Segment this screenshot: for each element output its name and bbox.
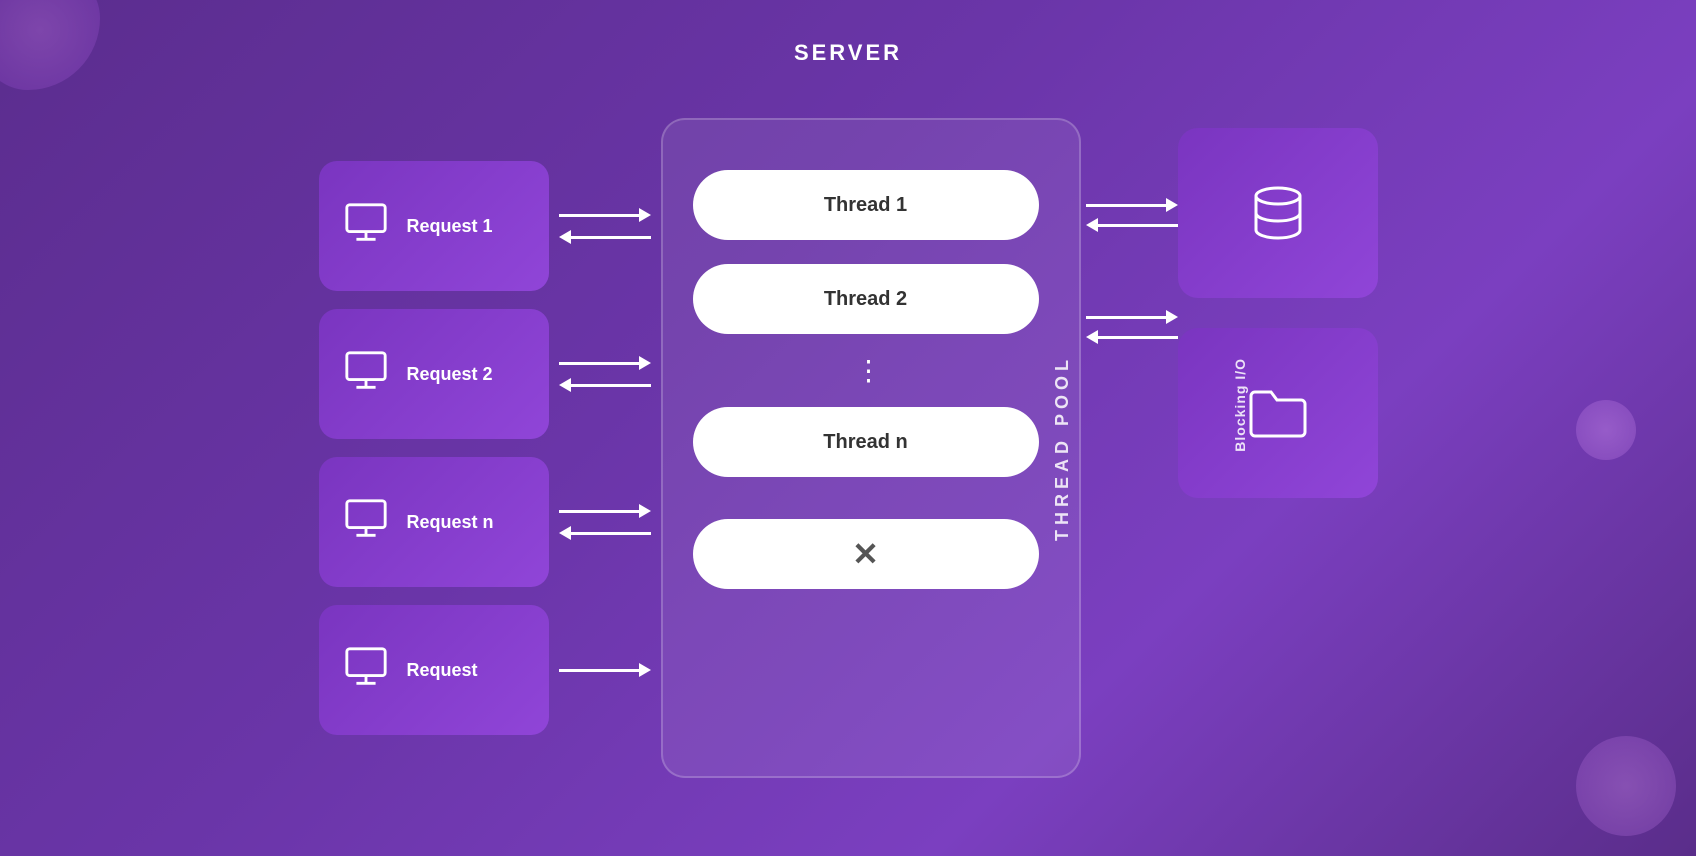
thread-pill-n: Thread n	[693, 407, 1039, 477]
arrow-line-l2	[571, 384, 651, 387]
arrow-line-r1	[559, 214, 639, 217]
left-arrows-column	[559, 161, 651, 735]
arrow-head-r2	[639, 356, 651, 370]
arrow-head-r4	[639, 663, 651, 677]
server-label: SERVER	[794, 40, 902, 66]
res-arrow-head-l1	[1086, 218, 1098, 232]
request-box-3: Request n	[319, 457, 549, 587]
request-box-2: Request 2	[319, 309, 549, 439]
monitor-icon-3	[343, 495, 389, 550]
rejected-pill: ✕	[693, 519, 1039, 589]
dots-separator: ⋮	[683, 354, 1059, 387]
monitor-icon-2	[343, 347, 389, 402]
thread-pool-label: THREAD POOL	[1052, 355, 1073, 541]
main-layout: Request 1 Request 2	[319, 118, 1378, 778]
request-label-4: Request	[407, 660, 478, 681]
res-arrow-line-l1	[1098, 224, 1178, 227]
arrow-left-3	[559, 526, 651, 540]
res-arrow-right-2	[1086, 310, 1178, 324]
thread-pill-1: Thread 1	[693, 170, 1039, 240]
resources-column	[1178, 128, 1378, 498]
res-arrow-left-1	[1086, 218, 1178, 232]
arrow-head-r1	[639, 208, 651, 222]
arrow-pair-3	[559, 457, 651, 587]
requests-column: Request 1 Request 2	[319, 161, 549, 735]
right-arrows-column: Blocking I/O	[1081, 168, 1178, 392]
arrow-line-l3	[571, 532, 651, 535]
folder-icon	[1243, 378, 1313, 448]
res-arrow-pair-2	[1086, 280, 1178, 374]
request-label-1: Request 1	[407, 216, 493, 237]
arrow-pair-1	[559, 161, 651, 291]
arrow-right-2	[559, 356, 651, 370]
request-label-3: Request n	[407, 512, 494, 533]
res-arrow-line-l2	[1098, 336, 1178, 339]
res-arrow-head-r2	[1166, 310, 1178, 324]
res-arrow-right-1	[1086, 198, 1178, 212]
thread-pill-2: Thread 2	[693, 264, 1039, 334]
request-label-2: Request 2	[407, 364, 493, 385]
server-box: THREAD POOL Thread 1 Thread 2 ⋮ Thread n…	[661, 118, 1081, 778]
res-arrow-pair-1	[1086, 168, 1178, 262]
arrow-line-l1	[571, 236, 651, 239]
arrow-line-r3	[559, 510, 639, 513]
thread-label-2: Thread 2	[824, 288, 907, 311]
database-box	[1178, 128, 1378, 298]
request-box-1: Request 1	[319, 161, 549, 291]
arrow-right-4	[559, 663, 651, 677]
monitor-icon-4	[343, 643, 389, 698]
arrow-right-1	[559, 208, 651, 222]
monitor-icon-1	[343, 199, 389, 254]
blocking-io-label: Blocking I/O	[1232, 358, 1248, 452]
arrow-head-l1	[559, 230, 571, 244]
thread-label-1: Thread 1	[824, 194, 907, 217]
diagram-container: SERVER Request 1	[0, 0, 1696, 856]
request-box-4: Request	[319, 605, 549, 735]
res-arrow-line-r1	[1086, 204, 1166, 207]
rejected-icon: ✕	[852, 535, 879, 573]
arrow-line-r2	[559, 362, 639, 365]
database-icon	[1243, 178, 1313, 248]
arrow-pair-4	[559, 605, 651, 735]
arrow-right-3	[559, 504, 651, 518]
arrow-left-2	[559, 378, 651, 392]
arrow-head-r3	[639, 504, 651, 518]
arrow-head-l2	[559, 378, 571, 392]
arrow-pair-2	[559, 309, 651, 439]
arrow-left-1	[559, 230, 651, 244]
res-arrow-head-l2	[1086, 330, 1098, 344]
res-arrow-line-r2	[1086, 316, 1166, 319]
res-arrow-left-2	[1086, 330, 1178, 344]
thread-label-n: Thread n	[823, 431, 907, 454]
arrow-head-l3	[559, 526, 571, 540]
folder-box	[1178, 328, 1378, 498]
arrow-line-r4	[559, 669, 639, 672]
res-arrow-head-r1	[1166, 198, 1178, 212]
